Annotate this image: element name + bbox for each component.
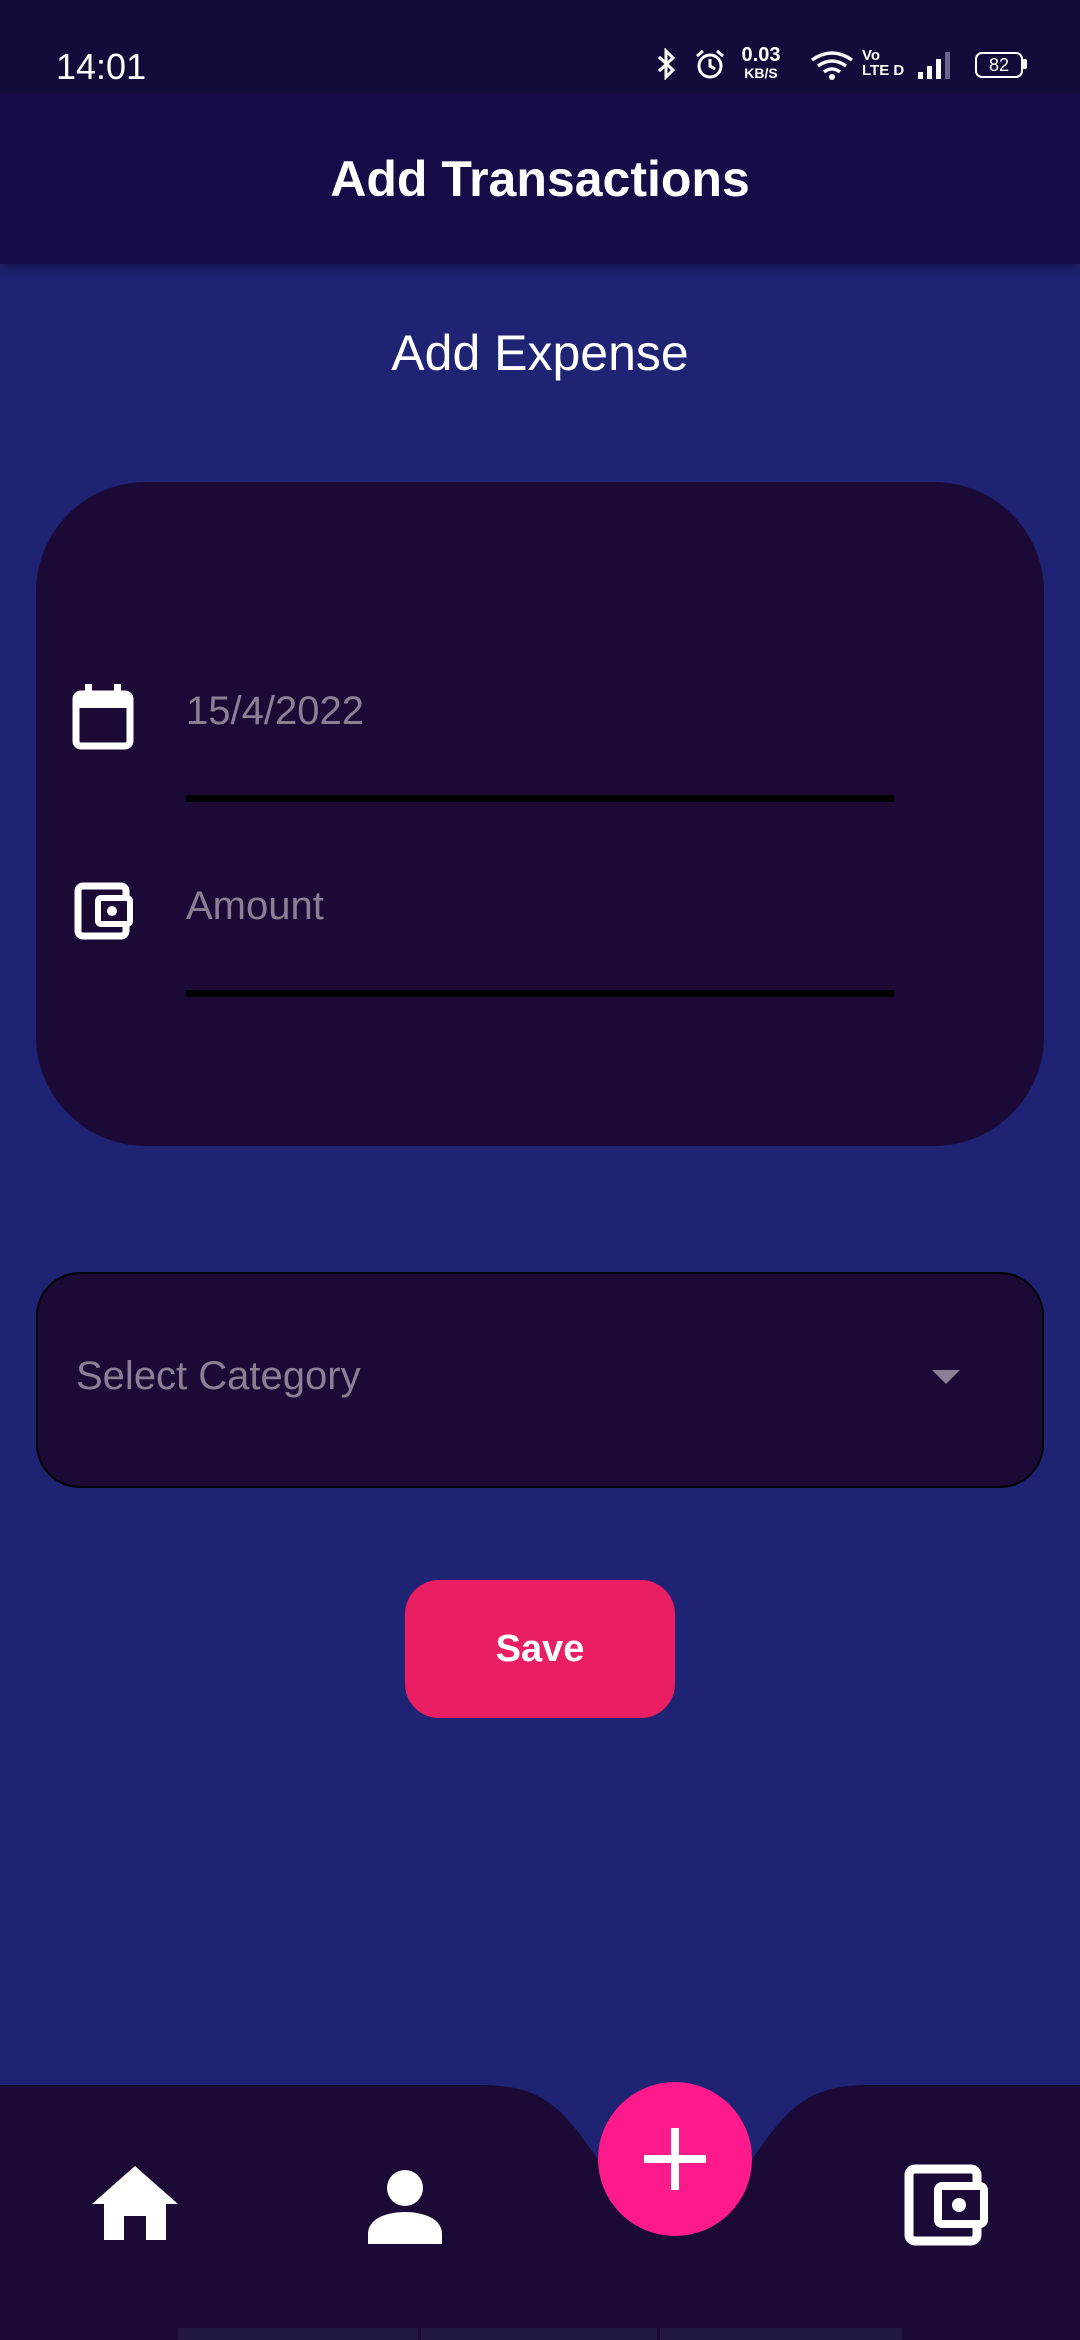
save-button[interactable]: Save xyxy=(405,1580,675,1718)
volte-line1: Vo xyxy=(862,47,881,64)
plus-icon xyxy=(644,2128,706,2190)
volte-indicator: Vo LTE D xyxy=(862,48,904,78)
gesture-bar-segment xyxy=(178,2328,418,2340)
gesture-bar-segment xyxy=(660,2328,902,2340)
bluetooth-icon xyxy=(657,48,676,80)
volte-line2: LTE D xyxy=(862,62,905,79)
category-select[interactable]: Select Category xyxy=(36,1272,1044,1488)
amount-field-underline xyxy=(186,990,894,997)
status-time: 14:01 xyxy=(56,46,147,87)
signal-icon xyxy=(918,52,950,79)
caret-down-icon xyxy=(932,1370,960,1384)
status-icons: 0.03 KB/S Vo LTE D 82 xyxy=(650,44,1030,88)
network-speed-unit: KB/S xyxy=(744,65,778,81)
battery-level: 82 xyxy=(975,52,1023,78)
wallet-icon[interactable] xyxy=(904,2164,990,2246)
wallet-icon xyxy=(74,882,133,940)
gesture-bar-segment xyxy=(421,2328,657,2340)
category-placeholder: Select Category xyxy=(76,1354,361,1398)
person-icon[interactable] xyxy=(366,2168,444,2244)
date-field-underline xyxy=(186,795,894,802)
page-heading: Add Expense xyxy=(391,325,689,381)
wifi-icon xyxy=(810,51,854,80)
home-icon[interactable] xyxy=(90,2164,180,2242)
alarm-icon xyxy=(696,49,724,79)
battery-tip xyxy=(1023,59,1027,69)
expense-form-card: 15/4/2022 Amount xyxy=(36,482,1044,1146)
add-transaction-fab[interactable] xyxy=(598,2082,752,2236)
app-title: Add Transactions xyxy=(330,151,750,207)
network-speed-value: 0.03 xyxy=(741,44,781,66)
amount-input[interactable]: Amount xyxy=(186,884,324,929)
calendar-icon[interactable] xyxy=(72,682,134,750)
date-field[interactable]: 15/4/2022 xyxy=(186,689,364,734)
status-bar: 14:01 0.03 KB/S Vo LTE D 82 xyxy=(0,0,1080,94)
app-bar: Add Transactions xyxy=(0,94,1080,264)
network-speed: 0.03 KB/S xyxy=(735,44,787,82)
